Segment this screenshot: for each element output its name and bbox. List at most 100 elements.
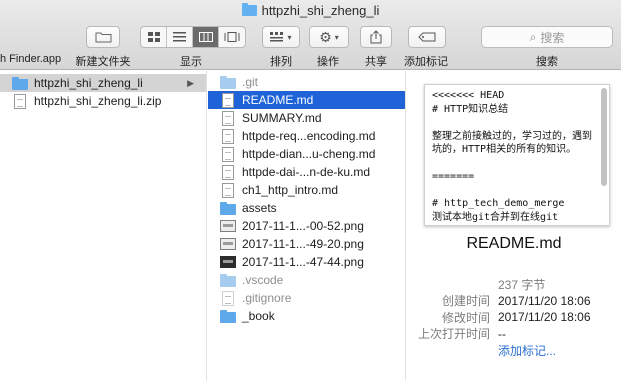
window-title: httpzhi_shi_zheng_li: [0, 3, 621, 18]
column-parent[interactable]: httpzhi_shi_zheng_li ▶ httpzhi_shi_zheng…: [0, 71, 207, 381]
image-icon: [220, 256, 236, 268]
item-name: README.md: [242, 93, 314, 107]
chevron-down-icon: ▾: [287, 32, 292, 42]
item-name: httpde-dai-...n-de-ku.md: [242, 165, 371, 179]
list-item-zip[interactable]: httpzhi_shi_zheng_li.zip: [0, 92, 206, 110]
item-name: httpde-dian...u-cheng.md: [242, 147, 376, 161]
columns-icon: [198, 32, 213, 42]
list-item[interactable]: .gitignore: [208, 289, 405, 307]
file-info: 237 字节 创建时间 2017/11/20 18:06 修改时间 2017/11/…: [407, 276, 621, 359]
document-icon: [222, 110, 234, 126]
folder-icon: [220, 309, 236, 323]
add-tags-link[interactable]: 添加标记...: [498, 342, 556, 359]
toolbar-app-label: h Finder.app: [0, 53, 62, 65]
sort-button[interactable]: ▾: [262, 26, 300, 48]
list-item[interactable]: SUMMARY.md: [208, 109, 405, 127]
add-tag-label: 添加标记: [404, 56, 448, 68]
grid-icon: [147, 32, 160, 42]
list-item[interactable]: httpde-dian...u-cheng.md: [208, 145, 405, 163]
item-name: assets: [242, 201, 277, 215]
item-name: httpzhi_shi_zheng_li.zip: [34, 94, 162, 108]
item-name: .git: [242, 75, 259, 89]
chevron-down-icon: ▾: [334, 32, 339, 42]
created-label: 创建时间: [441, 294, 490, 309]
document-icon: [14, 93, 26, 109]
document-icon: [222, 164, 234, 180]
view-label: 显示: [180, 56, 202, 68]
share-icon: [370, 30, 382, 44]
item-name: .gitignore: [242, 291, 292, 305]
list-item[interactable]: .vscode: [208, 271, 405, 289]
preview-thumbnail[interactable]: <<<<<<< HEAD # HTTP知识总结 整理之前接触过的，学习过的，遇到…: [424, 84, 610, 226]
share-button[interactable]: [360, 26, 392, 48]
gallery-view-button[interactable]: [219, 27, 245, 47]
new-folder-label: 新建文件夹: [75, 56, 131, 68]
document-icon: [222, 128, 234, 144]
list-item[interactable]: 2017-11-1...-49-20.png: [208, 235, 405, 253]
image-icon: [220, 238, 236, 250]
action-label: 操作: [317, 56, 339, 68]
item-name: httpzhi_shi_zheng_li: [34, 76, 143, 90]
list-item-selected[interactable]: README.md: [208, 91, 405, 109]
modified-label: 修改时间: [441, 310, 490, 325]
item-name: SUMMARY.md: [242, 111, 322, 125]
item-name: ch1_http_intro.md: [242, 183, 339, 197]
item-name: 2017-11-1...-49-20.png: [242, 237, 364, 251]
new-folder-icon: [95, 32, 111, 43]
search-field[interactable]: ⌕ 搜索: [481, 26, 613, 48]
search-icon: ⌕: [529, 29, 537, 44]
list-item[interactable]: httpde-req...encoding.md: [208, 127, 405, 145]
document-icon: [222, 290, 234, 306]
list-item[interactable]: _book: [208, 307, 405, 325]
item-name: _book: [242, 309, 275, 323]
sort-label: 排列: [270, 56, 292, 68]
action-button[interactable]: ⚙ ▾: [309, 26, 349, 48]
search-placeholder: 搜索: [540, 30, 565, 45]
window-title-text: httpzhi_shi_zheng_li: [261, 3, 380, 18]
list-icon: [173, 32, 186, 42]
chevron-right-icon: ▶: [187, 78, 194, 88]
preview-scrollbar[interactable]: [601, 88, 607, 186]
list-item[interactable]: .git: [208, 73, 405, 91]
folder-icon: [220, 75, 236, 89]
gallery-icon: [224, 32, 240, 42]
toolbar: httpzhi_shi_zheng_li h Finder.app 新建文件夹 …: [0, 0, 621, 70]
document-icon: [222, 92, 234, 108]
modified-value: 2017/11/20 18:06: [498, 310, 591, 325]
icon-view-button[interactable]: [141, 27, 167, 47]
preview-text: <<<<<<< HEAD # HTTP知识总结 整理之前接触过的，学习过的，遇到…: [432, 90, 592, 223]
list-item[interactable]: ch1_http_intro.md: [208, 181, 405, 199]
image-icon: [220, 220, 236, 232]
list-view-button[interactable]: [167, 27, 193, 47]
search-label: 搜索: [536, 56, 558, 68]
view-mode-segmented[interactable]: [140, 26, 246, 48]
folder-icon: [220, 273, 236, 287]
list-item[interactable]: assets: [208, 199, 405, 217]
item-name: 2017-11-1...-47-44.png: [242, 255, 364, 269]
item-name: 2017-11-1...-00-52.png: [242, 219, 364, 233]
list-item[interactable]: 2017-11-1...-47-44.png: [208, 253, 405, 271]
arrange-icon: [270, 32, 284, 42]
preview-file-name: README.md: [466, 235, 562, 252]
folder-icon: [12, 76, 28, 90]
add-tag-button[interactable]: [408, 26, 446, 48]
preview-pane: <<<<<<< HEAD # HTTP知识总结 整理之前接触过的，学习过的，遇到…: [407, 71, 621, 381]
tag-icon: [418, 32, 436, 42]
item-name: .vscode: [242, 273, 284, 287]
gear-icon: ⚙: [319, 29, 332, 45]
created-value: 2017/11/20 18:06: [498, 293, 591, 308]
list-item-folder[interactable]: httpzhi_shi_zheng_li ▶: [0, 74, 206, 92]
document-icon: [222, 182, 234, 198]
column-view-button[interactable]: [193, 27, 219, 47]
folder-icon: [220, 201, 236, 215]
column-folder-contents[interactable]: .git README.md SUMMARY.md httpde-req...e…: [208, 71, 406, 381]
last-opened-value: --: [498, 326, 506, 341]
item-name: httpde-req...encoding.md: [242, 129, 376, 143]
list-item[interactable]: 2017-11-1...-00-52.png: [208, 217, 405, 235]
last-opened-label: 上次打开时间: [417, 327, 490, 342]
file-size: 237 字节: [498, 277, 546, 292]
share-label: 共享: [365, 56, 387, 68]
list-item[interactable]: httpde-dai-...n-de-ku.md: [208, 163, 405, 181]
new-folder-button[interactable]: [86, 26, 120, 48]
document-icon: [222, 146, 234, 162]
